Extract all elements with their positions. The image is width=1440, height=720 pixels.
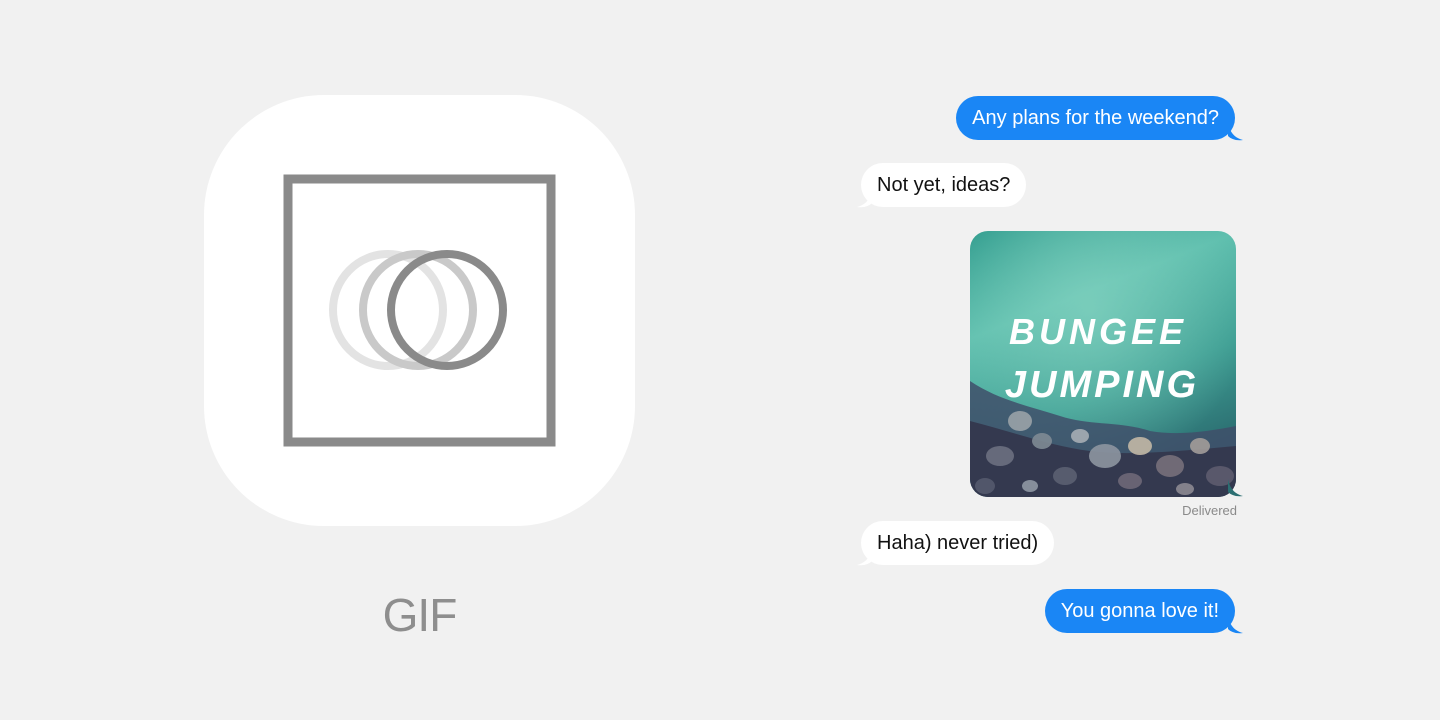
bubble-tail xyxy=(857,190,872,208)
message-bubble-incoming[interactable]: Not yet, ideas? xyxy=(861,163,1027,207)
bubble-tail xyxy=(857,548,872,566)
gif-app-icon[interactable] xyxy=(204,95,635,526)
frame-icon xyxy=(283,174,556,447)
message-bubble-outgoing[interactable]: You gonna love it! xyxy=(1044,589,1235,633)
message-bubble-incoming[interactable]: Haha) never tried) xyxy=(861,521,1055,565)
bubble-tail xyxy=(1228,616,1243,634)
bubble-tail xyxy=(1228,123,1243,141)
overlapping-rings-icon xyxy=(329,250,507,370)
image-text-line-2: JUMPING xyxy=(1005,364,1199,406)
bubble-tail xyxy=(1228,479,1243,497)
bungee-jumping-image: BUNGEE JUMPING xyxy=(970,231,1236,497)
delivery-status: Delivered xyxy=(1182,503,1237,518)
app-name-label: GIF xyxy=(382,589,458,641)
stage: GIF Any plans for the weekend? Not yet, … xyxy=(0,0,1440,720)
message-bubble-outgoing[interactable]: Any plans for the weekend? xyxy=(956,96,1235,140)
image-text-line-1: BUNGEE xyxy=(1009,311,1187,352)
image-message[interactable]: BUNGEE JUMPING xyxy=(970,231,1236,497)
